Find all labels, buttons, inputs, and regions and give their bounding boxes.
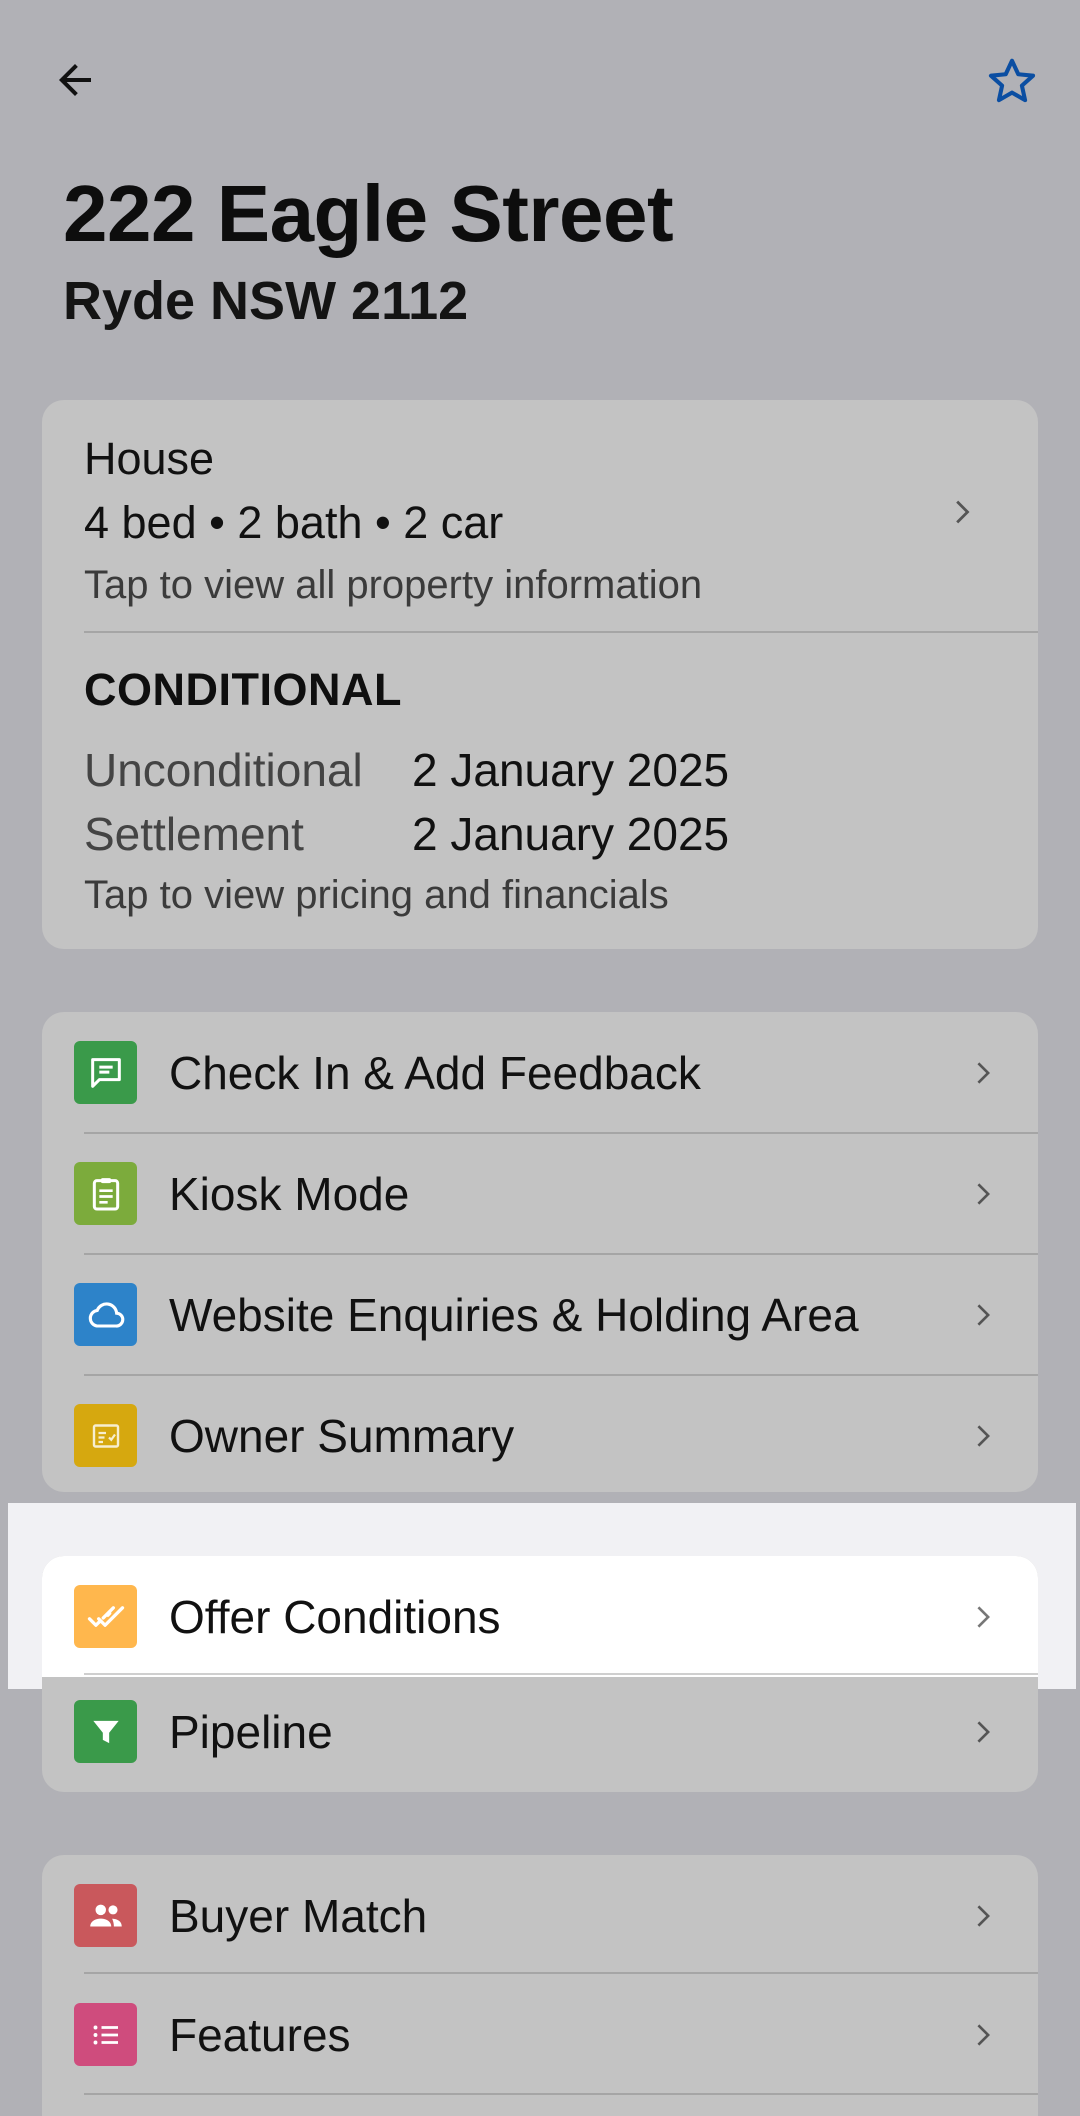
unconditional-label: Unconditional — [84, 744, 363, 796]
arrow-left-icon — [59, 64, 91, 96]
menu-item-label: Check In & Add Feedback — [169, 1046, 701, 1099]
menu-group-actions: Check In & Add Feedback Kiosk Mode Websi… — [42, 1012, 1038, 1492]
chevron-right-icon — [956, 500, 970, 524]
feedback-icon — [74, 1041, 137, 1104]
menu-item-buyer-match[interactable]: Buyer Match — [42, 1855, 1038, 1976]
people-icon — [74, 1884, 137, 1947]
property-specs: 4 bed • 2 bath • 2 car — [84, 497, 504, 548]
menu-item-check-in[interactable]: Check In & Add Feedback — [42, 1012, 1038, 1133]
property-summary[interactable]: House 4 bed • 2 bath • 2 car Tap to view… — [84, 430, 996, 612]
menu-item-label: Website Enquiries & Holding Area — [169, 1288, 859, 1341]
settlement-label: Settlement — [84, 808, 304, 860]
double-check-icon — [74, 1585, 137, 1648]
property-type: House — [84, 433, 215, 484]
page-title: 222 Eagle Street — [63, 169, 674, 258]
chevron-right-icon — [977, 1424, 990, 1447]
menu-item-label: Owner Summary — [169, 1409, 515, 1462]
funnel-icon — [74, 1700, 137, 1763]
menu-item-pipeline[interactable]: Pipeline — [42, 1671, 1038, 1792]
divider — [84, 2093, 1038, 2095]
divider — [84, 631, 1038, 633]
chevron-right-icon — [977, 2023, 990, 2046]
property-hint: Tap to view all property information — [84, 563, 703, 607]
property-info-card: House 4 bed • 2 bath • 2 car Tap to view… — [42, 400, 1038, 949]
unconditional-date: 2 January 2025 — [412, 744, 730, 796]
page-subtitle: Ryde NSW 2112 — [63, 271, 469, 331]
menu-item-label: Offer Conditions — [169, 1590, 501, 1643]
star-outline-icon — [988, 58, 1036, 103]
menu-item-label: Pipeline — [169, 1705, 333, 1758]
clipboard-icon — [74, 1162, 137, 1225]
chevron-right-icon — [977, 1182, 990, 1205]
menu-item-kiosk-mode[interactable]: Kiosk Mode — [42, 1133, 1038, 1254]
menu-item-label: Buyer Match — [169, 1889, 428, 1942]
list-icon — [74, 2003, 137, 2066]
favorite-button[interactable] — [972, 42, 1052, 122]
status-title: CONDITIONAL — [84, 664, 402, 715]
chevron-right-icon — [977, 1720, 990, 1743]
summary-icon — [74, 1404, 137, 1467]
menu-group-buyers: Buyer Match Features — [42, 1855, 1038, 2116]
settlement-date: 2 January 2025 — [412, 808, 730, 860]
cloud-icon — [74, 1283, 137, 1346]
menu-item-website-enquiries[interactable]: Website Enquiries & Holding Area — [42, 1254, 1038, 1375]
unconditional-row: Unconditional 2 January 2025 — [84, 738, 996, 802]
top-bar — [0, 0, 1080, 150]
menu-item-owner-summary[interactable]: Owner Summary — [42, 1375, 1038, 1496]
menu-group-offers: Offer Conditions Pipeline — [42, 1556, 1038, 1792]
chevron-right-icon — [977, 1303, 990, 1326]
menu-item-features[interactable]: Features — [42, 1974, 1038, 2095]
back-button[interactable] — [40, 45, 110, 115]
menu-item-label: Features — [169, 2008, 351, 2061]
property-detail-screen: 222 Eagle Street Ryde NSW 2112 House 4 b… — [0, 0, 1080, 2116]
chevron-right-icon — [977, 1061, 990, 1084]
status-summary[interactable]: CONDITIONAL Unconditional 2 January 2025… — [84, 660, 996, 922]
chevron-right-icon — [977, 1605, 990, 1628]
menu-item-offer-conditions[interactable]: Offer Conditions — [42, 1556, 1038, 1677]
chevron-right-icon — [977, 1904, 990, 1927]
settlement-row: Settlement 2 January 2025 — [84, 802, 996, 866]
status-hint: Tap to view pricing and financials — [84, 873, 669, 917]
menu-item-label: Kiosk Mode — [169, 1167, 410, 1220]
